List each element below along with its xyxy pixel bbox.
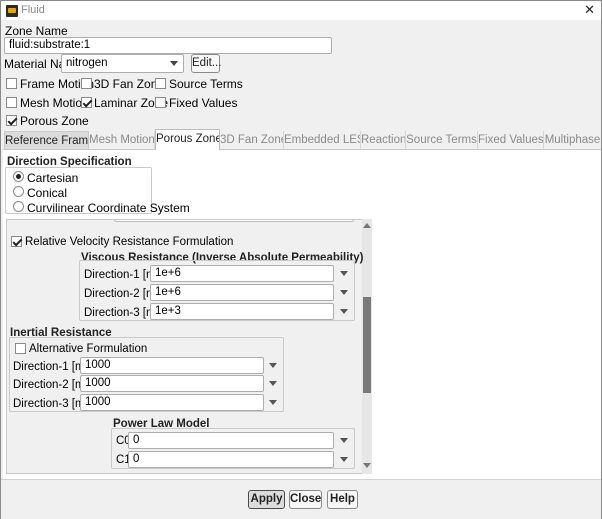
conical-radio[interactable] xyxy=(13,186,24,197)
porous-zone-checkbox[interactable] xyxy=(6,115,17,126)
mesh-motion-checkbox[interactable] xyxy=(6,97,17,108)
fixed-values-checkbox[interactable] xyxy=(155,97,166,108)
conical-label: Conical xyxy=(27,186,68,200)
material-select[interactable]: nitrogen xyxy=(61,54,184,73)
power-law-c0-input[interactable]: 0 xyxy=(128,432,334,449)
chevron-down-icon xyxy=(170,61,178,66)
tab-mesh-motion[interactable]: Mesh Motion xyxy=(89,131,155,150)
scroll-up-icon[interactable] xyxy=(363,223,371,228)
cartesian-radio[interactable] xyxy=(13,171,24,182)
viscous-dir3-input[interactable]: 1e+3 xyxy=(150,303,334,320)
tab-fixed-values[interactable]: Fixed Values xyxy=(478,131,544,150)
relative-velocity-label: Relative Velocity Resistance Formulation xyxy=(25,236,234,248)
chevron-down-icon[interactable] xyxy=(340,271,348,276)
mesh-motion-label: Mesh Motion xyxy=(20,96,89,110)
close-window-icon[interactable]: ✕ xyxy=(584,2,595,18)
fan-zone-checkbox[interactable] xyxy=(81,78,92,89)
chevron-down-icon[interactable] xyxy=(340,309,348,314)
power-law-c1-input[interactable]: 0 xyxy=(128,451,334,468)
chevron-down-icon[interactable] xyxy=(340,290,348,295)
help-button[interactable]: Help xyxy=(327,490,358,509)
window-title: Fluid xyxy=(21,4,45,16)
chevron-down-icon[interactable] xyxy=(269,381,277,386)
title-bar: Fluid ✕ xyxy=(1,1,601,20)
tab-3d-fan-zone[interactable]: 3D Fan Zone xyxy=(220,131,284,150)
close-button[interactable]: Close xyxy=(289,490,322,509)
edit-material-button[interactable]: Edit... xyxy=(191,54,221,73)
apply-button[interactable]: Apply xyxy=(248,490,285,509)
alternative-formulation-checkbox[interactable] xyxy=(15,343,26,354)
inertial-dir1-input[interactable]: 1000 xyxy=(80,357,264,374)
cartesian-label: Cartesian xyxy=(27,171,79,185)
zone-name-label: Zone Name xyxy=(5,24,68,38)
source-terms-label: Source Terms xyxy=(169,77,243,91)
laminar-zone-checkbox[interactable] xyxy=(81,97,92,108)
tab-porous-zone[interactable]: Porous Zone xyxy=(155,129,220,151)
inertial-dir2-input[interactable]: 1000 xyxy=(80,375,264,392)
scrollbar-thumb[interactable] xyxy=(363,297,371,393)
tab-embedded-les[interactable]: Embedded LES xyxy=(284,131,361,150)
tab-reference-frame[interactable]: Reference Frame xyxy=(4,131,89,150)
scroll-down-icon[interactable] xyxy=(363,463,371,468)
fixed-values-label: Fixed Values xyxy=(169,96,238,110)
tab-source-terms[interactable]: Source Terms xyxy=(406,131,478,150)
fluent-app-icon xyxy=(6,5,18,17)
fan-zone-label: 3D Fan Zone xyxy=(94,77,165,91)
tab-multiphase[interactable]: Multiphase xyxy=(544,131,601,150)
curvilinear-label: Curvilinear Coordinate System xyxy=(27,201,190,215)
tab-reaction[interactable]: Reaction xyxy=(361,131,406,150)
viscous-dir1-input[interactable]: 1e+6 xyxy=(150,265,334,282)
viscous-dir2-input[interactable]: 1e+6 xyxy=(150,284,334,301)
chevron-down-icon[interactable] xyxy=(340,457,348,462)
material-select-value: nitrogen xyxy=(66,57,108,69)
frame-motion-checkbox[interactable] xyxy=(6,78,17,89)
clipped-divider xyxy=(10,219,360,220)
chevron-down-icon[interactable] xyxy=(269,400,277,405)
dialog-button-bar: Apply Close Help xyxy=(1,479,601,519)
chevron-down-icon[interactable] xyxy=(340,438,348,443)
curvilinear-radio[interactable] xyxy=(13,201,24,212)
fluid-dialog: Fluid ✕ Zone Name fluid:substrate:1 Mate… xyxy=(0,0,602,519)
porous-zone-label: Porous Zone xyxy=(20,114,89,128)
relative-velocity-checkbox[interactable] xyxy=(11,236,22,247)
chevron-down-icon[interactable] xyxy=(269,363,277,368)
alternative-formulation-label: Alternative Formulation xyxy=(29,343,148,355)
inertial-dir3-input[interactable]: 1000 xyxy=(80,394,264,411)
zone-name-input[interactable]: fluid:substrate:1 xyxy=(4,37,332,54)
tab-strip: Reference Frame Mesh Motion Porous Zone … xyxy=(3,129,601,151)
source-terms-checkbox[interactable] xyxy=(155,78,166,89)
